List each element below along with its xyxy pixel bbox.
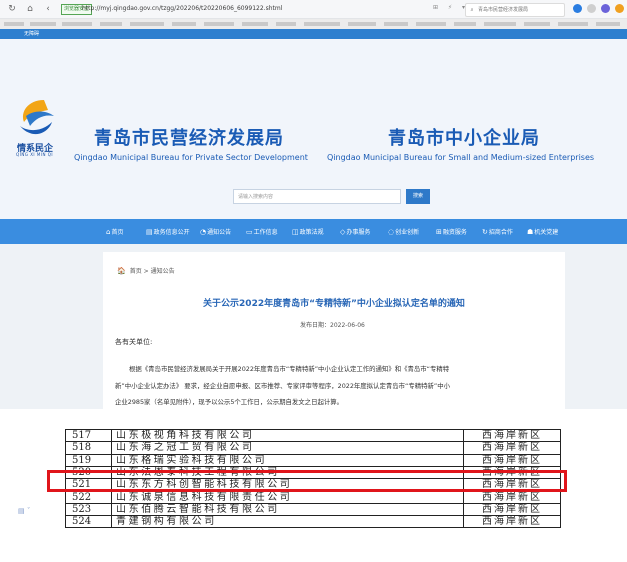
table-row: 518 山东海之冠工贸有限公司 西海岸新区: [65, 441, 561, 455]
nav-item-home[interactable]: ⌂首页: [106, 228, 123, 237]
nav-label: 机关党建: [534, 229, 559, 236]
company-name: 山东佰腾云智能科技有限公司: [111, 502, 464, 517]
article-paragraph-line: 新”中小企业认定办法》 要求，经企业自愿申报、区市推荐、专家评审等程序，2022…: [115, 382, 450, 390]
district: 西海岸新区: [463, 428, 561, 443]
nav-label: 首页: [111, 229, 124, 236]
extension-icon[interactable]: [573, 4, 582, 13]
table-row: 524 青建钢构有限公司 西海岸新区: [65, 515, 561, 529]
home-icon: ⌂: [106, 228, 111, 236]
party-icon: ☗: [527, 228, 534, 236]
main-nav: ⌂首页 ▤政务信息公开 ◔通知公告 ▭工作信息 ◫政策法规 ◇办事服务 ◌创业创…: [0, 219, 627, 244]
address-bar-icons[interactable]: ⊞ ⚡ ▾: [433, 4, 469, 11]
nav-label: 通知公告: [207, 229, 232, 236]
breadcrumb-current[interactable]: 通知公告: [151, 268, 175, 275]
salutation: 各有关单位:: [115, 338, 153, 346]
breadcrumb-separator: >: [143, 268, 149, 275]
company-name: 青建钢构有限公司: [111, 515, 464, 529]
district: 西海岸新区: [463, 515, 561, 529]
row-number: 523: [65, 502, 112, 517]
nav-label: 融资服务: [442, 229, 467, 236]
reload-icon[interactable]: ↻: [6, 3, 18, 15]
notice-icon: ◔: [200, 228, 207, 236]
table-row: 519 山东格瑞实验科技有限公司 西海岸新区: [65, 453, 561, 467]
extension-icon[interactable]: [601, 4, 610, 13]
nav-label: 创业创新: [395, 229, 420, 236]
row-number: 517: [65, 428, 112, 443]
breadcrumb-home[interactable]: 首页: [130, 268, 142, 275]
nav-item-services[interactable]: ◇办事服务: [340, 228, 370, 237]
title-private-sector-cn: 青岛市民营经济发展局: [94, 128, 284, 149]
logo-icon[interactable]: [14, 96, 60, 140]
nav-item-policies[interactable]: ◫政策法规: [292, 228, 324, 237]
bookmarks-bar: [0, 19, 627, 29]
row-number: 518: [65, 441, 112, 455]
nav-item-public-info[interactable]: ▤政务信息公开: [146, 228, 190, 237]
company-name: 山东海之冠工贸有限公司: [111, 441, 464, 455]
row-number: 519: [65, 453, 112, 467]
nav-label: 政务信息公开: [153, 229, 190, 236]
browser-search-text: 青岛市民营经济发展局: [478, 7, 529, 13]
site-search-button[interactable]: 搜索: [406, 189, 430, 204]
nav-label: 招商合作: [488, 229, 513, 236]
company-name: 山东格瑞实验科技有限公司: [111, 453, 464, 467]
nav-label: 工作信息: [253, 229, 278, 236]
district: 西海岸新区: [463, 453, 561, 467]
finance-icon: ⊞: [436, 228, 442, 236]
nav-item-notices[interactable]: ◔通知公告: [200, 228, 231, 237]
law-icon: ◫: [292, 228, 299, 236]
nav-item-finance[interactable]: ⊞融资服务: [436, 228, 467, 237]
briefcase-icon: ▭: [246, 228, 253, 236]
company-name: 山东诚泉信息科技有限责任公司: [111, 490, 464, 504]
table-row: 522 山东诚泉信息科技有限责任公司 西海岸新区: [65, 490, 561, 504]
title-private-sector-en: Qingdao Municipal Bureau for Private Sec…: [74, 153, 308, 162]
site-top-strip: [0, 29, 627, 39]
browser-search-box[interactable]: ⌕ 青岛市民营经济发展局: [465, 3, 565, 17]
nav-item-innovation[interactable]: ◌创业创新: [388, 228, 419, 237]
breadcrumb: 🏠 首页 > 通知公告: [117, 266, 175, 275]
search-icon: ⌕: [470, 7, 474, 13]
district: 西海岸新区: [463, 490, 561, 504]
nav-label: 政策法规: [299, 229, 324, 236]
innovation-icon: ◌: [388, 228, 395, 236]
extension-icon[interactable]: [587, 4, 596, 13]
file-icon[interactable]: ▤ ˇ: [18, 507, 30, 515]
row-number: 524: [65, 515, 112, 529]
nav-item-party[interactable]: ☗机关党建: [527, 228, 558, 237]
extension-icon[interactable]: [615, 4, 624, 13]
address-bar[interactable]: http://myj.qingdao.gov.cn/tzgg/202206/t2…: [82, 4, 282, 14]
article-paragraph-line: 根据《青岛市民营经济发展局关于开展2022年度青岛市“专精特新”中小企业认定工作…: [129, 365, 450, 373]
nav-label: 办事服务: [346, 229, 371, 236]
document-icon: ▤: [146, 228, 153, 236]
site-search-input[interactable]: 请输入搜索内容: [233, 189, 401, 204]
back-icon[interactable]: ‹: [42, 3, 54, 15]
article-paragraph-line: 企业2985家（名单见附件），现予以公示5个工作日，公示期自发文之日起计算。: [115, 398, 344, 406]
service-icon: ◇: [340, 228, 346, 236]
table-row: 517 山东极视角科技有限公司 西海岸新区: [65, 428, 561, 443]
nav-item-work-info[interactable]: ▭工作信息: [246, 228, 278, 237]
logo-subtext: QING XI MIN QI: [16, 152, 54, 157]
row-number: 522: [65, 490, 112, 504]
title-sme-cn: 青岛市中小企业局: [388, 128, 540, 149]
highlight-box: [47, 470, 567, 492]
publish-date: 发布日期：2022-06-06: [300, 322, 365, 329]
district: 西海岸新区: [463, 441, 561, 455]
home-icon[interactable]: ⌂: [24, 3, 36, 15]
cooperation-icon: ↻: [482, 228, 488, 236]
extension-icons: [573, 3, 627, 15]
browser-toolbar: ↻ ⌂ ‹ 浏览器安全 http://myj.qingdao.gov.cn/tz…: [0, 0, 627, 19]
title-sme-en: Qingdao Municipal Bureau for Small and M…: [327, 153, 595, 162]
table-row: 523 山东佰腾云智能科技有限公司 西海岸新区: [65, 502, 561, 517]
home-icon[interactable]: 🏠: [117, 267, 126, 275]
accessibility-link[interactable]: 无障碍: [24, 30, 39, 38]
nav-item-cooperation[interactable]: ↻招商合作: [482, 228, 513, 237]
article-title: 关于公示2022年度青岛市“专精特新”中小企业拟认定名单的通知: [203, 299, 465, 309]
district: 西海岸新区: [463, 502, 561, 517]
company-name: 山东极视角科技有限公司: [111, 428, 464, 443]
